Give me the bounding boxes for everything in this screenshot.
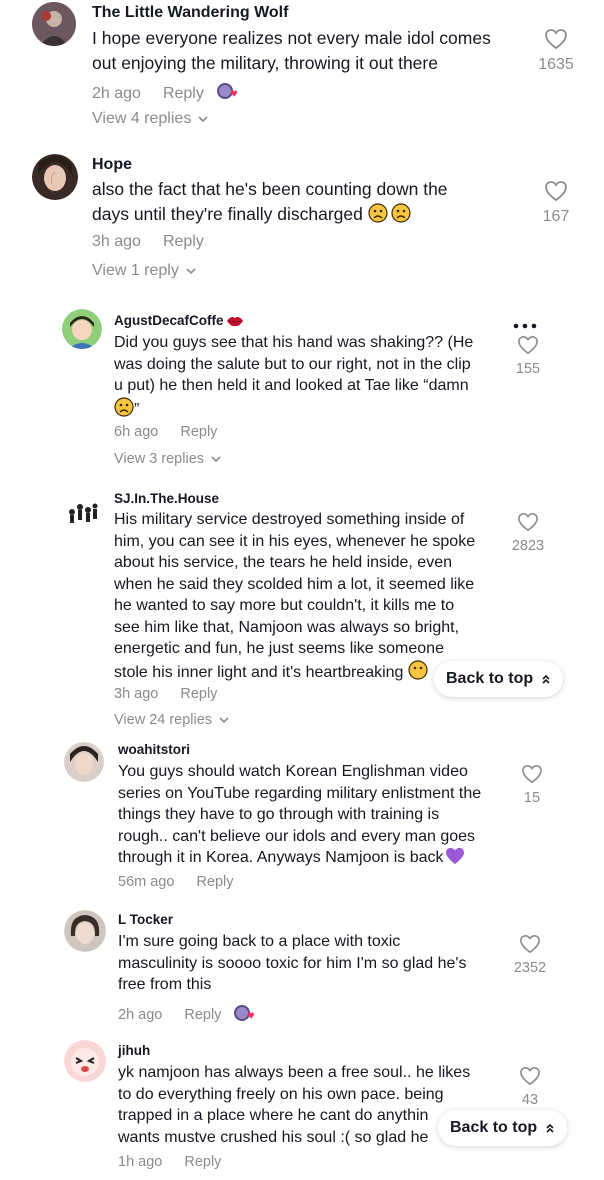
comment: Hope also the fact that he's been counti… bbox=[0, 150, 604, 290]
heart-outline-icon bbox=[520, 1066, 540, 1086]
reply-button[interactable]: Reply bbox=[163, 233, 204, 251]
view-replies-button[interactable]: View 24 replies bbox=[114, 712, 230, 728]
comment-time: 2h ago bbox=[118, 1007, 163, 1023]
back-to-top-button[interactable]: Back to top bbox=[438, 1110, 568, 1146]
comment-text: His military service destroyed something… bbox=[114, 511, 476, 681]
heart-outline-icon bbox=[545, 29, 567, 50]
comment-meta: 56m ago Reply bbox=[118, 874, 234, 890]
comment-author[interactable]: woahitstori bbox=[118, 742, 190, 757]
view-replies-button[interactable]: View 3 replies bbox=[114, 451, 222, 467]
heart-outline-icon bbox=[520, 934, 540, 954]
comment-text: I hope everyone realizes not every male … bbox=[92, 28, 491, 73]
like-button[interactable]: 2823 bbox=[506, 512, 550, 554]
comment-time: 6h ago bbox=[114, 424, 159, 440]
comment-text: You guys should watch Korean Englishman … bbox=[118, 763, 482, 866]
comment-author[interactable]: Hope bbox=[92, 156, 132, 174]
avatar[interactable] bbox=[64, 1040, 106, 1082]
like-count: 43 bbox=[521, 1092, 539, 1108]
heart-outline-icon bbox=[522, 764, 542, 784]
reply-button[interactable]: Reply bbox=[184, 1154, 221, 1170]
chevron-down-icon bbox=[211, 456, 221, 463]
double-chevron-up-icon bbox=[546, 1123, 554, 1133]
sad-face-emoji-icon bbox=[368, 203, 411, 223]
comment-text: Did you guys see that his hand was shaki… bbox=[114, 334, 474, 418]
sad-face-emoji-icon bbox=[114, 396, 134, 417]
comment-meta: 3h ago Reply bbox=[114, 686, 217, 702]
comment-meta: 1h ago Reply bbox=[118, 1154, 221, 1170]
like-button[interactable]: 2352 bbox=[508, 934, 552, 976]
comment-author[interactable]: The Little Wandering Wolf bbox=[92, 4, 288, 22]
avatar[interactable] bbox=[32, 2, 76, 46]
avatar[interactable] bbox=[64, 910, 106, 952]
reply-button[interactable]: Reply bbox=[180, 686, 217, 702]
comment-author[interactable]: jihuh bbox=[118, 1043, 150, 1058]
more-options-icon[interactable] bbox=[512, 317, 538, 335]
comment: SJ.In.The.House His military service des… bbox=[0, 488, 604, 738]
reply-button[interactable]: Reply bbox=[184, 1007, 221, 1023]
comment-meta: 6h ago Reply bbox=[114, 424, 217, 440]
chevron-down-icon bbox=[219, 717, 229, 724]
lips-emoji-icon bbox=[226, 317, 243, 327]
heart-outline-icon bbox=[518, 335, 538, 355]
like-count: 1635 bbox=[538, 56, 574, 73]
comment-time: 3h ago bbox=[114, 686, 159, 702]
comment-text: I'm sure going back to a place with toxi… bbox=[118, 933, 467, 993]
reply-button[interactable]: Reply bbox=[196, 874, 233, 890]
like-button[interactable]: 155 bbox=[508, 335, 548, 377]
comment-time: 2h ago bbox=[92, 84, 141, 102]
avatar[interactable] bbox=[62, 492, 102, 532]
reply-button[interactable]: Reply bbox=[163, 85, 204, 103]
comment-author[interactable]: AgustDecafCoffe bbox=[114, 313, 244, 328]
heart-outline-icon bbox=[545, 181, 567, 202]
like-button[interactable]: 43 bbox=[510, 1066, 550, 1108]
creator-liked-icon bbox=[233, 1003, 255, 1027]
like-count: 15 bbox=[523, 790, 541, 806]
reply-button[interactable]: Reply bbox=[180, 424, 217, 440]
view-replies-button[interactable]: View 1 reply bbox=[92, 262, 197, 280]
double-chevron-up-icon bbox=[542, 674, 550, 684]
comment-meta: 3h ago Reply bbox=[92, 233, 204, 251]
comment-meta: 2h ago Reply bbox=[92, 81, 238, 106]
like-count: 2823 bbox=[511, 538, 545, 554]
comment-time: 56m ago bbox=[118, 874, 175, 890]
view-replies-button[interactable]: View 4 replies bbox=[92, 110, 209, 128]
like-count: 167 bbox=[542, 208, 570, 225]
avatar[interactable] bbox=[62, 309, 102, 349]
avatar[interactable] bbox=[64, 742, 104, 782]
comment-author[interactable]: SJ.In.The.House bbox=[114, 491, 219, 506]
like-button[interactable]: 15 bbox=[512, 764, 552, 806]
sad-face-emoji-icon bbox=[408, 659, 428, 680]
like-count: 155 bbox=[515, 361, 541, 377]
like-button[interactable]: 1635 bbox=[534, 28, 578, 74]
creator-liked-icon bbox=[216, 81, 238, 106]
chevron-down-icon bbox=[198, 116, 208, 123]
comment: woahitstori You guys should watch Korean… bbox=[0, 742, 604, 902]
chevron-down-icon bbox=[186, 268, 196, 275]
comment: AgustDecafCoffe Did you guys see that hi… bbox=[0, 305, 604, 475]
comment-text: also the fact that he's been counting do… bbox=[92, 179, 448, 224]
purple-heart-emoji-icon bbox=[445, 847, 464, 865]
avatar[interactable] bbox=[32, 154, 78, 200]
comment-meta: 2h ago Reply bbox=[118, 1003, 255, 1027]
comment: L Tocker I'm sure going back to a place … bbox=[0, 910, 604, 1035]
comment-time: 1h ago bbox=[118, 1154, 163, 1170]
comment-text: yk namjoon has always been a free soul..… bbox=[118, 1064, 471, 1146]
comment: The Little Wandering Wolf I hope everyon… bbox=[0, 0, 604, 150]
like-button[interactable]: 167 bbox=[534, 180, 578, 226]
comment-time: 3h ago bbox=[92, 233, 141, 250]
comment-author[interactable]: L Tocker bbox=[118, 912, 173, 927]
back-to-top-button[interactable]: Back to top bbox=[434, 661, 564, 697]
heart-outline-icon bbox=[518, 512, 538, 532]
like-count: 2352 bbox=[513, 960, 547, 976]
